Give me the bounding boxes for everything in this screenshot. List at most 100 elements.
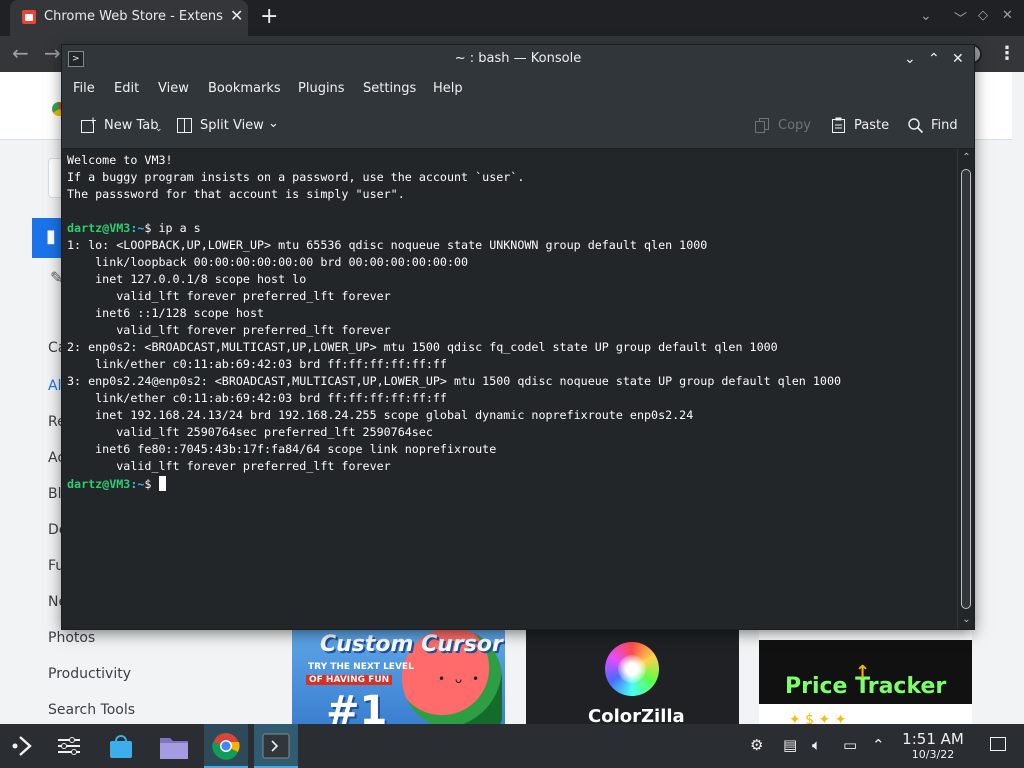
terminal-command: ip a s — [158, 221, 201, 235]
split-view-dropdown-icon[interactable]: ⌄ — [268, 116, 279, 131]
terminal-line: If a buggy program insists on a password… — [67, 170, 525, 184]
close-window-icon[interactable]: ✕ — [952, 49, 964, 69]
steam-tray-icon[interactable]: ⚙ — [750, 736, 763, 754]
colorzilla-logo — [605, 642, 659, 696]
forward-icon[interactable]: → — [44, 41, 61, 65]
terminal-line: inet6 ::1/128 scope host — [67, 306, 265, 320]
copy-button[interactable]: Copy — [778, 118, 811, 133]
new-tab-dropdown-icon[interactable]: ⌄ — [155, 124, 163, 134]
category-photos[interactable]: Photos — [48, 630, 95, 646]
menu-settings[interactable]: Settings — [363, 81, 416, 96]
terminal-line: inet6 fe80::7045:43b:17f:fa84/64 scope l… — [67, 442, 497, 456]
browser-tab[interactable]: Chrome Web Store - Extensions ✕ — [10, 0, 248, 36]
paste-button[interactable]: Paste — [854, 118, 889, 133]
custom-cursor-title: Custom Cursor — [320, 632, 503, 657]
minimize-icon[interactable]: ﹀ — [954, 8, 967, 27]
close-tab-icon[interactable]: ✕ — [230, 7, 243, 25]
konsole-window-title: ~ : bash — Konsole — [454, 51, 582, 66]
menu-file[interactable]: File — [73, 81, 95, 96]
terminal-line: valid_lft forever preferred_lft forever — [67, 459, 391, 473]
tab-search-icon[interactable]: ⌄ — [920, 8, 932, 24]
new-tab-icon — [81, 117, 96, 133]
maximize-window-icon[interactable]: ⌃ — [928, 49, 940, 69]
terminal-line: The passsword for that account is simply… — [67, 187, 405, 201]
category-search-tools[interactable]: Search Tools — [48, 702, 135, 718]
chrome-icon — [212, 733, 240, 760]
terminal-prompt-line: dartz@VM3:~$ — [67, 476, 166, 491]
terminal-line: inet 127.0.0.1/8 scope host lo — [67, 272, 307, 286]
volume-icon[interactable]: 🔈︎ — [812, 736, 821, 754]
scrollbar-thumb[interactable] — [961, 169, 971, 609]
terminal-line: valid_lft forever preferred_lft forever — [67, 289, 391, 303]
prompt-symbol: $ — [144, 477, 159, 491]
colorzilla-title: ColorZilla — [588, 706, 685, 724]
konsole-window: > ~ : bash — Konsole ⌄ ⌃ ✕ File Edit Vie… — [62, 45, 974, 629]
close-window-icon[interactable]: ✕ — [1002, 8, 1013, 23]
new-tab-button[interactable]: + — [260, 4, 278, 30]
paste-icon — [832, 117, 845, 133]
find-button[interactable]: Find — [931, 118, 958, 133]
terminal-line: 2: enp0s2: <BROADCAST,MULTICAST,UP,LOWER… — [67, 340, 778, 354]
tray-expand-icon[interactable]: ⌃ — [872, 736, 885, 754]
extensions-nav-icon[interactable]: ▮ — [32, 218, 64, 258]
terminal-line: link/ether c0:11:ab:69:42:03 brd ff:ff:f… — [67, 391, 447, 405]
menu-view[interactable]: View — [158, 81, 189, 96]
maximize-icon[interactable]: ◇ — [978, 8, 988, 23]
network-icon[interactable]: ▭ — [843, 736, 857, 754]
custom-cursor-badge: #1 — [326, 688, 388, 724]
menu-plugins[interactable]: Plugins — [298, 81, 345, 96]
new-tab-button[interactable]: New Tab — [104, 118, 159, 133]
menu-bookmarks[interactable]: Bookmarks — [208, 81, 281, 96]
clock-time[interactable]: 1:51 AM — [896, 730, 970, 748]
clipboard-tray-icon[interactable]: ▤ — [783, 736, 797, 754]
split-view-button[interactable]: Split View — [200, 118, 264, 133]
konsole-titlebar[interactable]: > ~ : bash — Konsole ⌄ ⌃ ✕ — [62, 45, 974, 74]
terminal-line: valid_lft forever preferred_lft forever — [67, 323, 391, 337]
menu-help[interactable]: Help — [433, 81, 463, 96]
terminal-prompt-line: dartz@VM3:~$ ip a s — [67, 221, 201, 235]
terminal-line: valid_lft 2590764sec preferred_lft 25907… — [67, 425, 433, 439]
custom-cursor-tagline-2: OF HAVING FUN — [306, 675, 393, 685]
show-desktop-icon[interactable] — [990, 737, 1006, 751]
copy-icon — [755, 118, 769, 133]
taskbar: ⚙ ▤ 🔈︎ ▭ ⌃ 1:51 AM 10/3/22 — [0, 724, 1024, 768]
file-manager-icon[interactable] — [159, 734, 189, 760]
prompt-user: dartz@VM3 — [67, 477, 131, 491]
konsole-menubar: File Edit View Bookmarks Plugins Setting… — [62, 74, 974, 104]
search-icon — [908, 118, 924, 134]
minimize-window-icon[interactable]: ⌄ — [904, 49, 916, 69]
custom-cursor-tagline: TRY THE NEXT LEVEL — [308, 662, 414, 672]
system-settings-icon[interactable] — [56, 734, 82, 758]
browser-tab-bar: Chrome Web Store - Extensions ✕ + ⌄ ﹀ ◇ … — [0, 0, 1024, 36]
discover-store-icon[interactable] — [108, 734, 134, 760]
scroll-up-icon[interactable]: ⌃ — [959, 151, 974, 165]
category-productivity[interactable]: Productivity — [48, 666, 131, 682]
browser-menu-icon[interactable]: ⋮ — [998, 43, 1016, 64]
terminal-line: 3: enp0s2.24@enp0s2: <BROADCAST,MULTICAS… — [67, 374, 842, 388]
terminal-cursor[interactable] — [158, 476, 166, 491]
scroll-down-icon[interactable]: ⌄ — [959, 613, 974, 627]
app-launcher-icon[interactable] — [10, 734, 34, 758]
terminal-line: link/loopback 00:00:00:00:00:00 brd 00:0… — [67, 255, 469, 269]
menu-edit[interactable]: Edit — [114, 81, 139, 96]
clock-date[interactable]: 10/3/22 — [896, 748, 970, 761]
custom-cursor-card[interactable]: • ᴗ • Custom Cursor TRY THE NEXT LEVEL O… — [292, 628, 505, 724]
konsole-icon — [262, 733, 290, 759]
prompt-path: :~ — [130, 477, 145, 491]
prompt-path: :~ — [130, 221, 145, 235]
back-icon[interactable]: ← — [12, 41, 29, 65]
terminal-line: link/ether c0:11:ab:69:42:03 brd ff:ff:f… — [67, 357, 447, 371]
price-tracker-card[interactable]: Price Tracker ↑ ✦ $ ✦ ✦ — [759, 628, 972, 724]
browser-tab-title: Chrome Web Store - Extensions — [44, 9, 224, 24]
terminal-line: inet 192.168.24.13/24 brd 192.168.24.255… — [67, 408, 694, 422]
prompt-symbol: $ — [144, 221, 159, 235]
prompt-user: dartz@VM3 — [67, 221, 131, 235]
web-store-icon — [22, 10, 36, 24]
colorzilla-card[interactable]: ColorZilla — [526, 628, 739, 724]
konsole-toolbar: New Tab ⌄ Split View ⌄ Copy Paste Find — [62, 104, 974, 149]
terminal-scrollbar[interactable]: ⌃ ⌄ — [957, 149, 974, 629]
terminal-output[interactable]: Welcome to VM3! If a buggy program insist… — [62, 149, 957, 629]
split-view-icon — [177, 118, 192, 133]
price-tag-icons: ✦ $ ✦ ✦ — [789, 712, 847, 724]
price-up-arrow-icon: ↑ — [855, 662, 871, 683]
